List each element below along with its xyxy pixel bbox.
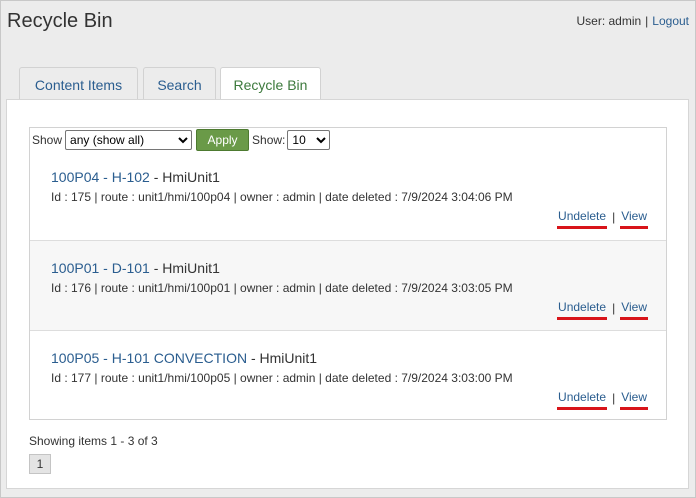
action-separator: |	[612, 210, 616, 224]
tab-search[interactable]: Search	[143, 67, 216, 99]
item-link[interactable]: 100P01 - D-101	[51, 260, 150, 276]
recycle-bin-panel: Show any (show all) Apply Show: 10 100P0…	[6, 99, 689, 489]
apply-button[interactable]: Apply	[196, 129, 250, 151]
action-separator: |	[612, 391, 616, 405]
item-actions: Undelete | View	[557, 300, 648, 320]
filter-row: Show any (show all) Apply Show: 10	[32, 129, 331, 151]
item-meta: Id : 177 | route : unit1/hmi/100p05 | ow…	[51, 371, 513, 385]
tab-content-items[interactable]: Content Items	[19, 67, 138, 99]
item-link[interactable]: 100P05 - H-101 CONVECTION	[51, 350, 247, 366]
view-link[interactable]: View	[620, 209, 648, 229]
page-title: Recycle Bin	[7, 10, 113, 32]
count-label: Show:	[252, 133, 286, 147]
tab-recycle-bin[interactable]: Recycle Bin	[220, 67, 321, 101]
item-meta: Id : 175 | route : unit1/hmi/100p04 | ow…	[51, 190, 513, 204]
item-actions: Undelete | View	[557, 390, 648, 410]
list-item: 100P01 - D-101 - HmiUnit1 Id : 176 | rou…	[30, 240, 666, 330]
undelete-link[interactable]: Undelete	[557, 209, 608, 229]
view-link[interactable]: View	[620, 390, 648, 410]
show-label: Show	[32, 133, 63, 147]
undelete-link[interactable]: Undelete	[557, 390, 608, 410]
action-separator: |	[612, 301, 616, 315]
item-title: 100P01 - D-101 - HmiUnit1	[51, 260, 220, 276]
deleted-items-list: Show any (show all) Apply Show: 10 100P0…	[29, 127, 667, 420]
page-size-select[interactable]: 10	[287, 130, 331, 150]
item-title: 100P04 - H-102 - HmiUnit1	[51, 169, 220, 185]
window-frame: Recycle Bin User: admin | Logout Content I…	[0, 0, 696, 498]
item-meta: Id : 176 | route : unit1/hmi/100p01 | ow…	[51, 281, 513, 295]
item-title: 100P05 - H-101 CONVECTION - HmiUnit1	[51, 350, 317, 366]
item-unit: - HmiUnit1	[247, 350, 318, 366]
user-bar-separator: |	[645, 14, 649, 28]
view-link[interactable]: View	[620, 300, 648, 320]
user-bar: User: admin | Logout	[576, 14, 689, 28]
type-filter-select[interactable]: any (show all)	[65, 130, 193, 150]
list-item: 100P04 - H-102 - HmiUnit1 Id : 175 | rou…	[30, 154, 666, 240]
user-label: User: admin	[576, 14, 642, 28]
logout-link[interactable]: Logout	[652, 14, 689, 28]
item-unit: - HmiUnit1	[149, 260, 220, 276]
page-1-button[interactable]: 1	[29, 454, 51, 474]
item-actions: Undelete | View	[557, 209, 648, 229]
undelete-link[interactable]: Undelete	[557, 300, 608, 320]
pager-status: Showing items 1 - 3 of 3	[29, 434, 158, 448]
item-unit: - HmiUnit1	[149, 169, 220, 185]
list-item: 100P05 - H-101 CONVECTION - HmiUnit1 Id …	[30, 330, 666, 420]
item-link[interactable]: 100P04 - H-102	[51, 169, 150, 185]
